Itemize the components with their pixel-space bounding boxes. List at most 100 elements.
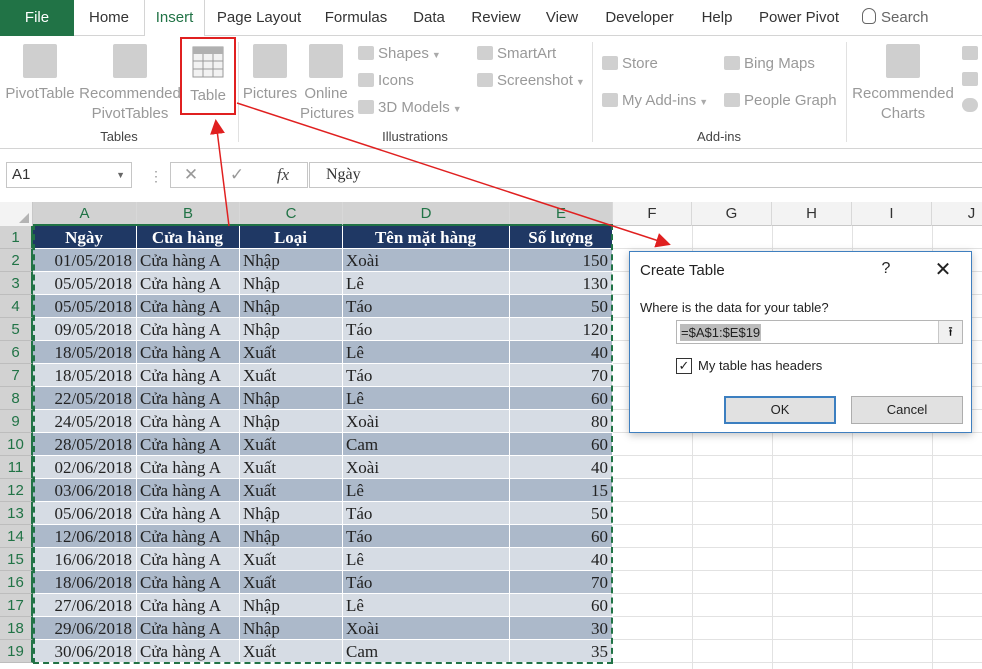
column-chart-icon[interactable]	[962, 46, 978, 60]
shapes-button[interactable]: Shapes ▼	[358, 44, 441, 65]
cancel-button[interactable]: Cancel	[851, 396, 963, 424]
formula-input[interactable]: Ngày	[309, 162, 982, 188]
row-header[interactable]: 4	[0, 295, 33, 318]
header-cell-quantity[interactable]: Số lượng	[510, 226, 613, 249]
table-cell-item[interactable]: Xoài	[343, 456, 510, 479]
table-cell-store[interactable]: Cửa hàng A	[137, 341, 240, 364]
header-cell-store[interactable]: Cửa hàng	[137, 226, 240, 249]
table-cell-item[interactable]: Xoài	[343, 249, 510, 272]
table-cell-type[interactable]: Nhập	[240, 410, 343, 433]
table-cell-type[interactable]: Xuất	[240, 433, 343, 456]
table-cell-type[interactable]: Nhập	[240, 617, 343, 640]
select-all-button[interactable]	[0, 202, 33, 226]
table-cell-store[interactable]: Cửa hàng A	[137, 502, 240, 525]
table-cell-type[interactable]: Nhập	[240, 525, 343, 548]
tab-insert[interactable]: Insert	[144, 0, 205, 37]
tell-me-search[interactable]: Search	[862, 0, 929, 36]
row-header[interactable]: 17	[0, 594, 33, 617]
column-header-j[interactable]: J	[932, 202, 982, 226]
table-cell-store[interactable]: Cửa hàng A	[137, 548, 240, 571]
online-pictures-button[interactable]: Online Pictures	[300, 44, 354, 124]
3d-models-button[interactable]: 3D Models ▼	[358, 98, 462, 119]
tab-data[interactable]: Data	[399, 0, 459, 36]
tab-power-pivot[interactable]: Power Pivot	[746, 0, 852, 36]
table-cell-item[interactable]: Xoài	[343, 410, 510, 433]
table-cell-quantity[interactable]: 60	[510, 433, 613, 456]
table-cell-date[interactable]: 05/05/2018	[33, 272, 137, 295]
tab-view[interactable]: View	[533, 0, 591, 36]
table-cell-type[interactable]: Nhập	[240, 318, 343, 341]
row-header[interactable]: 3	[0, 272, 33, 295]
table-cell-quantity[interactable]: 40	[510, 548, 613, 571]
table-cell-date[interactable]: 30/06/2018	[33, 640, 137, 663]
column-header-h[interactable]: H	[772, 202, 852, 226]
row-header[interactable]: 5	[0, 318, 33, 341]
table-cell-date[interactable]: 05/06/2018	[33, 502, 137, 525]
table-cell-type[interactable]: Xuất	[240, 571, 343, 594]
table-cell-type[interactable]: Nhập	[240, 594, 343, 617]
table-cell-quantity[interactable]: 150	[510, 249, 613, 272]
column-header-g[interactable]: G	[692, 202, 772, 226]
table-cell-date[interactable]: 16/06/2018	[33, 548, 137, 571]
table-cell-date[interactable]: 09/05/2018	[33, 318, 137, 341]
table-cell-date[interactable]: 18/05/2018	[33, 341, 137, 364]
table-cell-item[interactable]: Táo	[343, 571, 510, 594]
table-cell-date[interactable]: 03/06/2018	[33, 479, 137, 502]
table-cell-item[interactable]: Lê	[343, 594, 510, 617]
header-cell-date[interactable]: Ngày	[33, 226, 137, 249]
row-header[interactable]: 16	[0, 571, 33, 594]
table-cell-quantity[interactable]: 50	[510, 502, 613, 525]
table-cell-store[interactable]: Cửa hàng A	[137, 640, 240, 663]
recommended-pivottables-button[interactable]: Recommended PivotTables	[78, 44, 182, 124]
row-header[interactable]: 18	[0, 617, 33, 640]
table-cell-date[interactable]: 22/05/2018	[33, 387, 137, 410]
table-cell-store[interactable]: Cửa hàng A	[137, 387, 240, 410]
table-cell-quantity[interactable]: 70	[510, 364, 613, 387]
column-header-c[interactable]: C	[240, 202, 343, 226]
table-cell-date[interactable]: 24/05/2018	[33, 410, 137, 433]
column-header-e[interactable]: E	[510, 202, 613, 226]
smartart-button[interactable]: SmartArt	[477, 44, 556, 64]
tab-page-layout[interactable]: Page Layout	[205, 0, 313, 36]
row-header[interactable]: 10	[0, 433, 33, 456]
table-cell-date[interactable]: 27/06/2018	[33, 594, 137, 617]
table-cell-item[interactable]: Cam	[343, 640, 510, 663]
row-header[interactable]: 9	[0, 410, 33, 433]
table-cell-type[interactable]: Xuất	[240, 341, 343, 364]
table-cell-item[interactable]: Táo	[343, 318, 510, 341]
table-cell-date[interactable]: 01/05/2018	[33, 249, 137, 272]
table-cell-date[interactable]: 12/06/2018	[33, 525, 137, 548]
range-input[interactable]: =$A$1:$E$19 ⭱	[676, 320, 963, 344]
tab-file[interactable]: File	[0, 0, 74, 36]
close-icon[interactable]: ✕	[930, 258, 956, 282]
insert-function-icon[interactable]: fx	[263, 163, 303, 187]
table-cell-item[interactable]: Táo	[343, 364, 510, 387]
table-cell-item[interactable]: Táo	[343, 295, 510, 318]
table-cell-quantity[interactable]: 40	[510, 341, 613, 364]
collapse-dialog-icon[interactable]: ⭱	[938, 321, 962, 343]
table-cell-item[interactable]: Táo	[343, 502, 510, 525]
table-cell-quantity[interactable]: 70	[510, 571, 613, 594]
tab-help[interactable]: Help	[688, 0, 746, 36]
table-cell-store[interactable]: Cửa hàng A	[137, 364, 240, 387]
table-cell-quantity[interactable]: 80	[510, 410, 613, 433]
table-cell-item[interactable]: Lê	[343, 387, 510, 410]
row-header[interactable]: 13	[0, 502, 33, 525]
table-cell-quantity[interactable]: 60	[510, 387, 613, 410]
column-header-a[interactable]: A	[33, 202, 137, 226]
column-header-i[interactable]: I	[852, 202, 932, 226]
formula-bar-grip-icon[interactable]: ⋮	[149, 168, 163, 185]
store-button[interactable]: Store	[602, 54, 658, 74]
table-cell-quantity[interactable]: 15	[510, 479, 613, 502]
table-cell-type[interactable]: Nhập	[240, 272, 343, 295]
table-cell-type[interactable]: Xuất	[240, 548, 343, 571]
row-header[interactable]: 11	[0, 456, 33, 479]
line-chart-icon[interactable]	[962, 72, 978, 86]
column-header-d[interactable]: D	[343, 202, 510, 226]
row-header[interactable]: 6	[0, 341, 33, 364]
pivottable-button[interactable]: PivotTable	[4, 44, 76, 104]
name-box[interactable]: A1 ▼	[6, 162, 132, 188]
column-header-f[interactable]: F	[613, 202, 692, 226]
pictures-button[interactable]: Pictures	[242, 44, 298, 104]
table-cell-type[interactable]: Xuất	[240, 479, 343, 502]
